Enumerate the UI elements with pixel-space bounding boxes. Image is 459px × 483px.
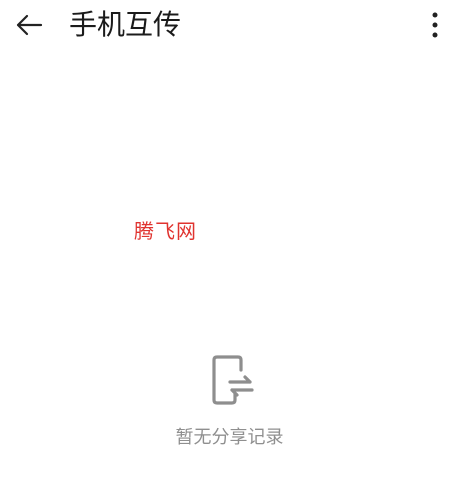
empty-state-message: 暂无分享记录 xyxy=(175,427,284,448)
more-vertical-icon xyxy=(432,12,438,38)
watermark-text: 腾飞网 xyxy=(134,219,197,243)
app-bar: 手机互传 xyxy=(0,0,459,50)
more-options-button[interactable] xyxy=(420,8,450,42)
app-screen: 手机互传 腾飞网 暂无分享记录 xyxy=(0,0,459,483)
back-button[interactable] xyxy=(10,8,48,42)
phone-transfer-icon xyxy=(212,355,254,405)
arrow-left-icon xyxy=(16,14,43,36)
page-title: 手机互传 xyxy=(69,8,182,41)
